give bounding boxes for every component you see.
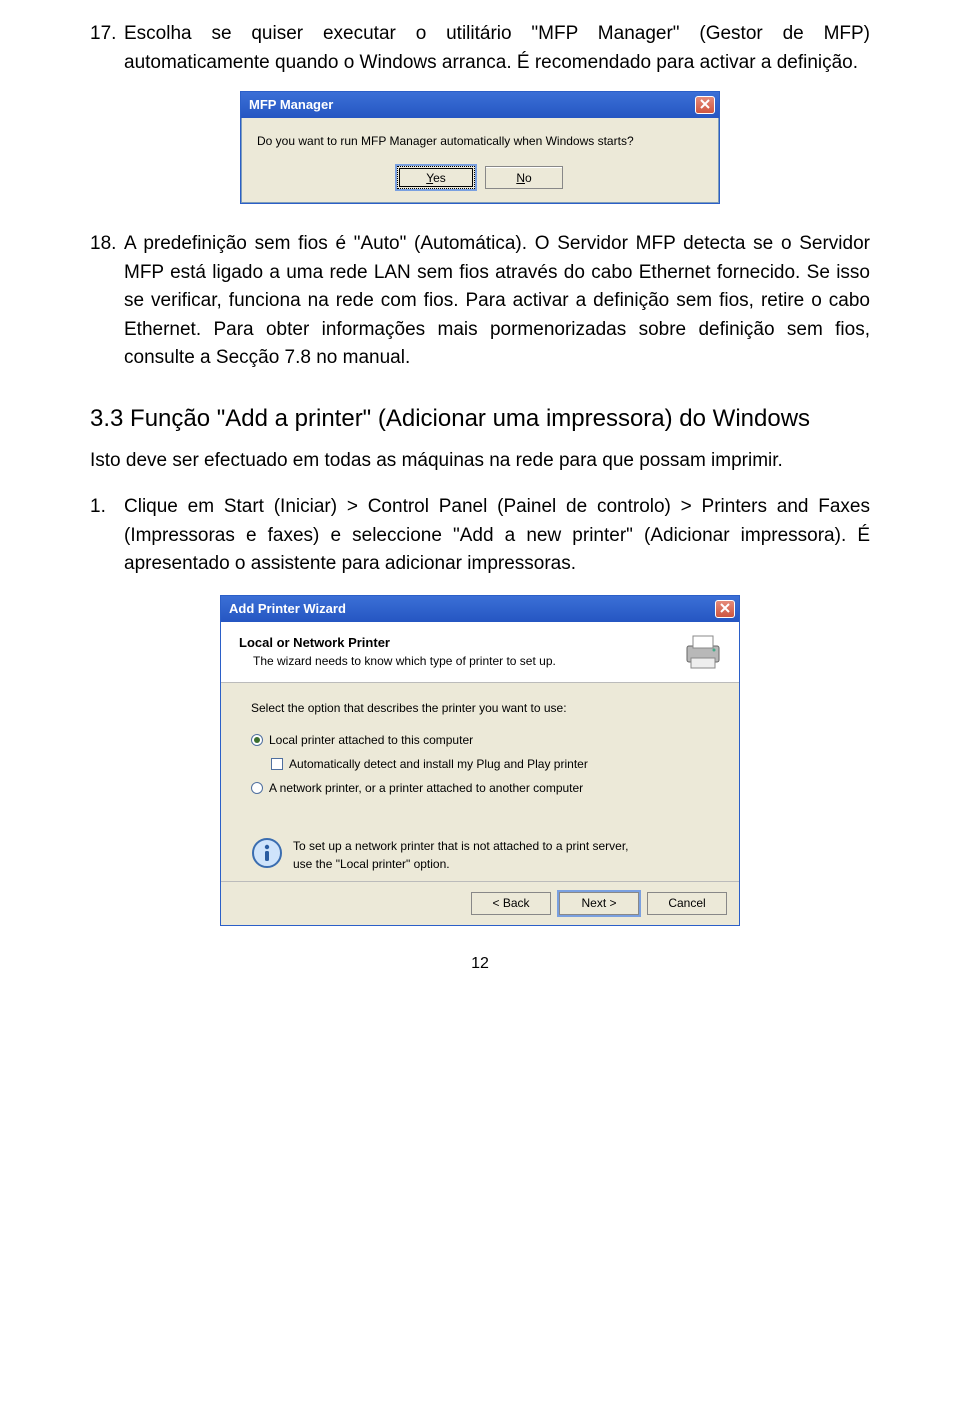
info-line2: use the "Local printer" option.	[293, 855, 629, 873]
page-number: 12	[90, 952, 870, 976]
close-button[interactable]	[695, 96, 715, 114]
radio-row-local[interactable]: Local printer attached to this computer	[251, 731, 709, 749]
dialog-message: Do you want to run MFP Manager automatic…	[257, 132, 703, 150]
back-button[interactable]: < Back	[471, 892, 551, 915]
yes-button[interactable]: Yes	[397, 166, 475, 189]
wizard-footer: < Back Next > Cancel	[221, 881, 739, 925]
list-number: 17.	[90, 20, 124, 77]
section-intro: Isto deve ser efectuado em todas as máqu…	[90, 447, 870, 476]
next-button[interactable]: Next >	[559, 892, 639, 915]
wizard-header-title: Local or Network Printer	[239, 633, 681, 653]
close-icon	[700, 95, 710, 115]
radio-label: Local printer attached to this computer	[269, 731, 473, 749]
list-text: A predefinição sem fios é "Auto" (Automá…	[124, 230, 870, 373]
dialog-title: MFP Manager	[249, 95, 333, 115]
list-item-17: 17. Escolha se quiser executar o utilitá…	[90, 20, 870, 77]
wizard-header-subtitle: The wizard needs to know which type of p…	[253, 652, 681, 670]
info-line1: To set up a network printer that is not …	[293, 837, 629, 855]
section-heading: 3.3 Função "Add a printer" (Adicionar um…	[90, 401, 870, 437]
wizard-info-block: To set up a network printer that is not …	[251, 837, 709, 873]
wizard-titlebar: Add Printer Wizard	[221, 596, 739, 622]
radio-row-network[interactable]: A network printer, or a printer attached…	[251, 779, 709, 797]
checkbox-label: Automatically detect and install my Plug…	[289, 755, 588, 773]
dialog-titlebar: MFP Manager	[241, 92, 719, 118]
close-button[interactable]	[715, 600, 735, 618]
radio-network-printer[interactable]	[251, 782, 263, 794]
checkbox-autodetect[interactable]	[271, 758, 283, 770]
checkbox-row-autodetect[interactable]: Automatically detect and install my Plug…	[271, 755, 709, 773]
add-printer-wizard-dialog: Add Printer Wizard Local or Network Prin…	[220, 595, 740, 926]
wizard-body: Select the option that describes the pri…	[221, 683, 739, 881]
list-text: Escolha se quiser executar o utilitário …	[124, 20, 870, 77]
step-1: 1. Clique em Start (Iniciar) > Control P…	[90, 493, 870, 579]
wizard-title: Add Printer Wizard	[229, 599, 346, 619]
list-number: 18.	[90, 230, 124, 373]
step-text: Clique em Start (Iniciar) > Control Pane…	[124, 493, 870, 579]
list-item-18: 18. A predefinição sem fios é "Auto" (Au…	[90, 230, 870, 373]
radio-local-printer[interactable]	[251, 734, 263, 746]
cancel-button[interactable]: Cancel	[647, 892, 727, 915]
close-icon	[720, 599, 730, 619]
wizard-header: Local or Network Printer The wizard need…	[221, 622, 739, 683]
printer-icon	[681, 632, 725, 672]
dialog-body: Do you want to run MFP Manager automatic…	[241, 118, 719, 203]
step-number: 1.	[90, 493, 124, 579]
no-button[interactable]: No	[485, 166, 563, 189]
radio-label: A network printer, or a printer attached…	[269, 779, 583, 797]
wizard-lead-text: Select the option that describes the pri…	[251, 699, 709, 717]
mfp-manager-dialog: MFP Manager Do you want to run MFP Manag…	[240, 91, 720, 204]
info-icon	[251, 837, 283, 869]
